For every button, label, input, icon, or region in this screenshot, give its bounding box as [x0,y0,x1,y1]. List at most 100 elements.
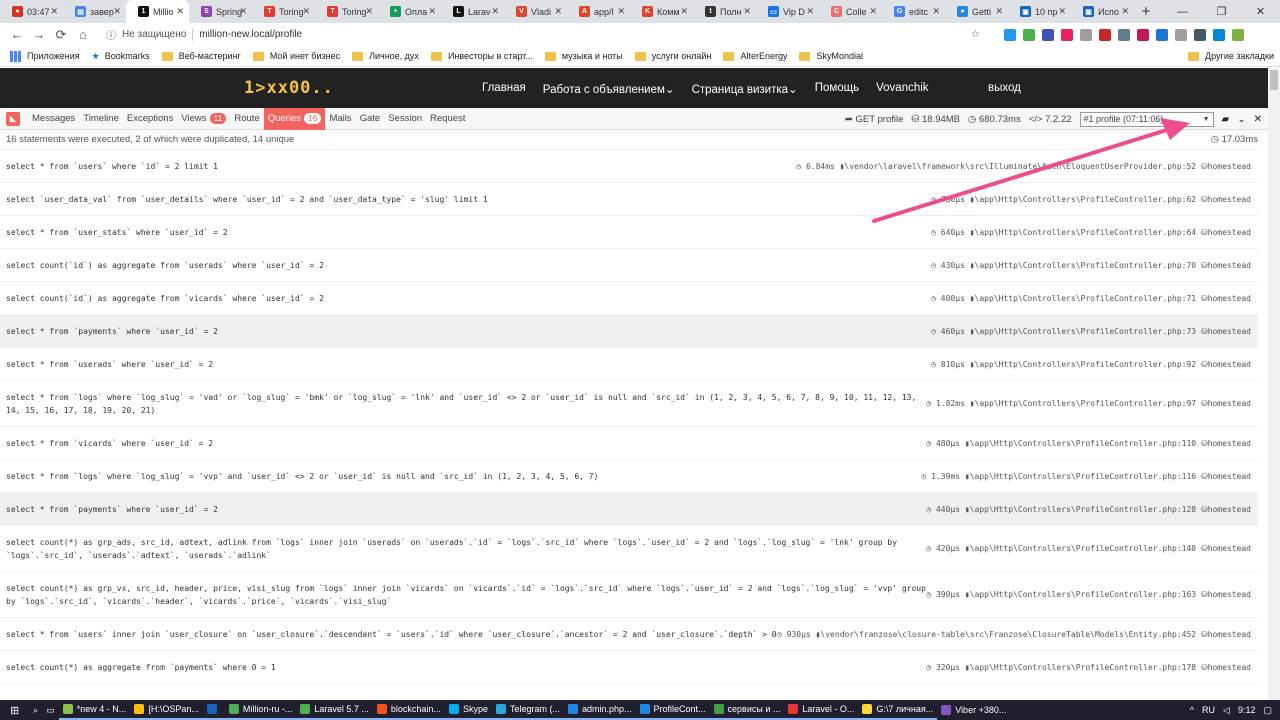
query-row[interactable]: select * from `users` where `id` = 2 lim… [0,150,1258,183]
time-indicator[interactable]: ◷ 680.73ms [968,114,1021,125]
notifications-icon[interactable]: ▢ [1263,705,1272,716]
reload-button[interactable]: ⟳ [50,27,72,43]
query-row[interactable]: select count(`id`) as aggregate from `us… [0,249,1258,282]
tab-close-icon[interactable]: ✕ [743,6,751,17]
bookmark-item[interactable]: AlterEnergy [723,51,787,61]
browser-tab[interactable]: ● 03:47 ✕ [0,0,63,23]
browser-tab[interactable]: t Полн ✕ [693,0,756,23]
language-indicator[interactable]: RU [1202,705,1215,715]
site-nav-item[interactable]: Помощь [815,82,859,96]
query-row[interactable]: select * from `logs` where `log_slug` = … [0,460,1258,493]
taskbar-app[interactable]: Skype [444,700,492,720]
tab-close-icon[interactable]: ✕ [554,6,562,17]
extension-icon[interactable] [1023,28,1035,41]
tab-close-icon[interactable]: ✕ [491,6,499,17]
bookmark-star-icon[interactable]: ☆ [971,29,980,40]
query-row[interactable]: select * from `users` inner join `user_c… [0,618,1258,651]
query-row[interactable]: select `user_data_val` from `user_detail… [0,183,1258,216]
back-button[interactable]: ← [6,27,28,42]
browser-tab[interactable]: ▤ завер ✕ [63,0,126,23]
taskbar-app[interactable]: Laravel 5.7 ... [296,700,373,720]
info-icon[interactable]: ⓘ [106,27,116,42]
tab-close-icon[interactable]: ✕ [428,6,436,17]
debugbar-tab-mails[interactable]: Mails [325,108,355,130]
bookmark-item[interactable]: Инвесторы в старт... [430,51,533,61]
tab-close-icon[interactable]: ✕ [995,6,1003,17]
taskbar-app[interactable]: Viber +380... [937,700,1010,720]
close-window-button[interactable]: ✕ [1241,0,1280,23]
query-row[interactable]: select count(`id`) as aggregate from `vi… [0,282,1258,315]
bookmark-item[interactable]: музыка и ноты [544,51,623,61]
taskbar-app[interactable]: *new 4 - N... [58,700,131,720]
browser-tab[interactable]: ▣ Испо ✕ [1071,0,1134,23]
bookmark-item[interactable]: SkyMondial [799,51,863,61]
bookmark-item[interactable]: услуги онлайн [634,51,711,61]
debugbar-tab-request[interactable]: Request [426,108,469,130]
other-bookmarks[interactable]: Другие закладки [1188,51,1274,61]
bookmark-item[interactable]: ★ Bookmarks [92,51,150,62]
taskbar-app[interactable]: Million-ru -... [224,700,297,720]
taskbar-app[interactable]: ProfileCont... [635,700,710,720]
tab-close-icon[interactable]: ✕ [176,6,184,17]
extension-icon[interactable] [1004,28,1016,41]
tab-close-icon[interactable]: ✕ [50,6,58,17]
browser-tab[interactable]: Geditc ✕ [882,0,945,23]
browser-tab[interactable]: 1 Millio ✕ [126,0,189,23]
extension-icon[interactable] [1194,28,1206,41]
extension-icon[interactable] [1137,28,1149,41]
browser-tab[interactable]: Aapp/l ✕ [567,0,630,23]
taskbar-app[interactable]: Telegram (... [491,700,564,720]
close-icon[interactable]: ✕ [1254,114,1262,125]
taskbar-app[interactable]: [H:\OSPan... [130,700,203,720]
query-row[interactable]: select count(*) as grp_ads, src_id, adte… [0,526,1258,572]
extension-icon[interactable] [1118,28,1130,41]
query-row[interactable]: select * from `user_stats` where `user_i… [0,216,1258,249]
tab-close-icon[interactable]: ✕ [806,6,814,17]
tab-close-icon[interactable]: ✕ [239,6,247,17]
tab-close-icon[interactable]: ✕ [869,6,877,17]
taskbar-app[interactable]: Laravel - O... [784,700,859,720]
extension-icon[interactable] [1213,28,1225,41]
home-button[interactable]: ⌂ [72,27,94,42]
logout-link[interactable]: выход [988,82,1021,94]
browser-tab[interactable]: K Комм ✕ [630,0,693,23]
address-bar[interactable]: ⓘ Не защищено million-new.local/profile … [100,25,990,44]
tray-chevron-icon[interactable]: ^ [1190,705,1194,715]
query-row[interactable]: select * from `payments` where `user_id`… [0,315,1258,348]
extension-icon[interactable] [1042,28,1054,41]
new-tab-button[interactable]: + [1134,0,1158,23]
site-nav-item[interactable]: Страница визитка⌄ [692,82,798,96]
browser-tab[interactable]: L Larav ✕ [441,0,504,23]
request-indicator[interactable]: ➦ GET profile [845,114,903,125]
browser-tab[interactable]: ● Getti ✕ [945,0,1008,23]
query-row[interactable]: select * from `logs` where `log_slug` = … [0,381,1258,427]
collapse-icon[interactable]: ⌄ [1237,114,1245,125]
extension-icon[interactable] [1099,28,1111,41]
extension-icon[interactable] [1232,28,1244,41]
tab-close-icon[interactable]: ✕ [932,6,940,17]
debugbar-tab-messages[interactable]: Messages [28,108,79,130]
extension-icon[interactable] [1080,28,1092,41]
debugbar-tab-views[interactable]: Views 11 [177,108,230,130]
debugbar-tab-session[interactable]: Session [384,108,426,130]
site-nav-item[interactable]: Работа с объявлением⌄ [543,82,675,96]
browser-tab[interactable]: ▣ 10 пр ✕ [1008,0,1071,23]
browser-tab[interactable]: ▭ Vip D ✕ [756,0,819,23]
taskbar-app[interactable]: blockchain... [372,700,445,720]
query-row[interactable]: select * from `vicards` where `user_id` … [0,427,1258,460]
minimize-button[interactable]: — [1163,0,1202,23]
browser-tab[interactable]: S Spring ✕ [189,0,252,23]
bookmark-item[interactable]: Личное, дух [352,51,419,61]
task-view-icon[interactable]: ▭ [42,700,59,720]
query-row[interactable]: select count(*) as grp_vs, src_id, heade… [0,572,1258,618]
start-button[interactable]: ⊞ [0,700,29,720]
site-nav-item[interactable]: Главная [482,82,526,96]
bookmark-item[interactable]: Мой инет бизнес [252,51,340,61]
query-row[interactable]: select * from `payments` where `user_id`… [0,493,1258,526]
extension-icon[interactable] [1156,28,1168,41]
query-row[interactable]: select count(*) as aggregate from `payme… [0,651,1258,684]
bookmark-apps[interactable]: Приложения [10,50,80,62]
url-text[interactable]: million-new.local/profile [199,29,302,40]
browser-tab[interactable]: + Опла ✕ [378,0,441,23]
debugbar-logo-icon[interactable]: ◣ [6,111,20,126]
